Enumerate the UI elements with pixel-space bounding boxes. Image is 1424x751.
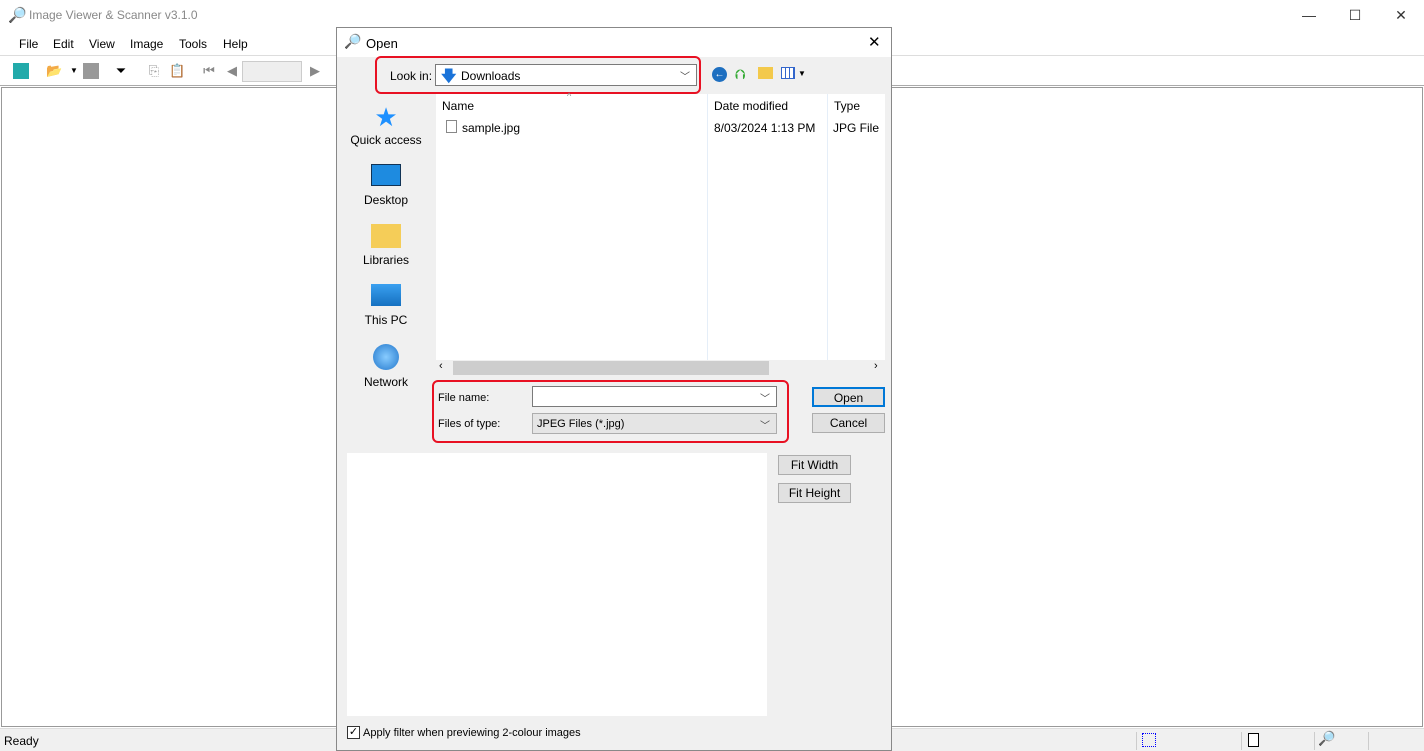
file-name-input[interactable]: ﹀ xyxy=(532,386,777,407)
open-folder-icon[interactable]: 📂 xyxy=(46,63,62,79)
menu-view[interactable]: View xyxy=(89,37,115,51)
dialog-close-button[interactable]: ✕ xyxy=(868,33,881,51)
view-menu-icon[interactable] xyxy=(781,67,795,79)
fit-height-button[interactable]: Fit Height xyxy=(778,483,851,503)
file-type-select[interactable]: JPEG Files (*.jpg) ﹀ xyxy=(532,413,777,434)
page-icon xyxy=(1248,733,1259,747)
desktop-icon xyxy=(371,164,401,186)
computer-icon xyxy=(371,284,401,306)
look-in-value: Downloads xyxy=(461,69,521,83)
place-label: Libraries xyxy=(362,253,410,267)
dialog-title-bar: 🔎 Open ✕ xyxy=(337,28,891,57)
chevron-down-icon: ﹀ xyxy=(760,394,770,405)
file-list: Name ^ Date modified Type sample.jpg 8/0… xyxy=(436,91,885,376)
divider xyxy=(1241,732,1242,750)
scan-icon[interactable] xyxy=(13,63,29,79)
open-button[interactable]: Open xyxy=(812,387,885,407)
cancel-button[interactable]: Cancel xyxy=(812,413,885,433)
divider xyxy=(1314,732,1315,750)
filter-checkbox-label: Apply filter when previewing 2-colour im… xyxy=(363,727,581,739)
place-label: Network xyxy=(363,375,408,389)
dialog-title: Open xyxy=(366,36,398,51)
place-this-pc[interactable]: This PC xyxy=(344,284,428,327)
file-name-label: File name: xyxy=(438,392,490,404)
new-folder-icon[interactable] xyxy=(758,67,773,79)
place-quick-access[interactable]: ★ Quick access xyxy=(344,104,428,147)
first-page-icon[interactable]: ⏮ xyxy=(201,63,217,79)
file-type: JPG File xyxy=(833,121,880,135)
place-libraries[interactable]: Libraries xyxy=(344,224,428,267)
column-header-date[interactable]: Date modified xyxy=(714,99,788,113)
divider xyxy=(1368,732,1369,750)
libraries-icon xyxy=(371,224,401,248)
selection-size-icon xyxy=(1142,733,1156,747)
save-icon[interactable] xyxy=(83,63,99,79)
app-title: Image Viewer & Scanner v3.1.0 xyxy=(29,8,198,22)
look-in-combo[interactable]: 🡇 Downloads ﹀ xyxy=(435,64,697,86)
menu-image[interactable]: Image xyxy=(130,37,163,51)
place-label: Desktop xyxy=(363,193,409,207)
file-type-value: JPEG Files (*.jpg) xyxy=(537,418,625,430)
file-name: sample.jpg xyxy=(462,121,521,135)
download-arrow-icon: 🡇 xyxy=(441,68,457,85)
place-network[interactable]: Network xyxy=(344,344,428,389)
menu-file[interactable]: File xyxy=(19,37,38,51)
page-select[interactable] xyxy=(242,61,302,82)
open-dialog: 🔎 Open ✕ Look in: 🡇 Downloads ﹀ ← ⮉ ▼ ★ Q… xyxy=(336,27,892,751)
file-row[interactable]: sample.jpg 8/03/2024 1:13 PM JPG File xyxy=(436,117,885,137)
menu-help[interactable]: Help xyxy=(223,37,248,51)
file-date: 8/03/2024 1:13 PM xyxy=(714,121,816,135)
image-file-icon xyxy=(446,120,457,133)
chevron-down-icon: ﹀ xyxy=(760,421,770,432)
filter-icon[interactable]: ⏷ xyxy=(113,63,129,79)
place-desktop[interactable]: Desktop xyxy=(344,164,428,207)
magnifier-icon: 🔎 xyxy=(8,7,27,24)
zoom-icon: 🔎 xyxy=(1318,730,1336,746)
scrollbar-thumb[interactable] xyxy=(453,361,769,375)
column-header-name[interactable]: Name xyxy=(442,99,474,113)
menu-tools[interactable]: Tools xyxy=(179,37,207,51)
copy-icon[interactable]: ⎘ xyxy=(146,63,162,79)
chevron-down-icon: ﹀ xyxy=(680,72,690,83)
back-icon[interactable]: ← xyxy=(712,67,727,82)
next-page-icon[interactable]: ▶ xyxy=(307,63,323,79)
previous-page-icon[interactable]: ◀ xyxy=(224,63,240,79)
place-label: This PC xyxy=(364,313,408,327)
scroll-right-icon[interactable]: › xyxy=(874,360,878,372)
place-label: Quick access xyxy=(350,133,422,147)
horizontal-scrollbar[interactable]: ‹ › xyxy=(436,360,885,376)
close-button[interactable]: ✕ xyxy=(1378,0,1424,31)
maximize-button[interactable]: ☐ xyxy=(1332,0,1378,31)
star-icon: ★ xyxy=(374,102,398,132)
filter-checkbox[interactable]: ✓ xyxy=(347,726,360,739)
dropdown-arrow-icon[interactable]: ▼ xyxy=(798,69,806,78)
fit-width-button[interactable]: Fit Width xyxy=(778,455,851,475)
divider xyxy=(1136,732,1137,750)
dropdown-arrow-icon[interactable]: ▼ xyxy=(66,63,82,79)
places-bar: ★ Quick access Desktop Libraries This PC … xyxy=(344,94,428,433)
minimize-button[interactable]: — xyxy=(1286,0,1332,31)
menu-edit[interactable]: Edit xyxy=(53,37,74,51)
preview-pane xyxy=(347,453,767,716)
file-type-label: Files of type: xyxy=(438,418,501,430)
up-folder-icon[interactable]: ⮉ xyxy=(735,66,746,83)
paste-icon[interactable]: 📋 xyxy=(169,63,185,79)
network-icon xyxy=(373,344,399,370)
scroll-left-icon[interactable]: ‹ xyxy=(439,360,443,372)
magnifier-icon: 🔎 xyxy=(344,33,362,49)
look-in-label: Look in: xyxy=(390,69,433,83)
column-header-type[interactable]: Type xyxy=(834,99,860,113)
status-text: Ready xyxy=(4,734,39,748)
sort-arrow-icon: ^ xyxy=(567,91,572,101)
